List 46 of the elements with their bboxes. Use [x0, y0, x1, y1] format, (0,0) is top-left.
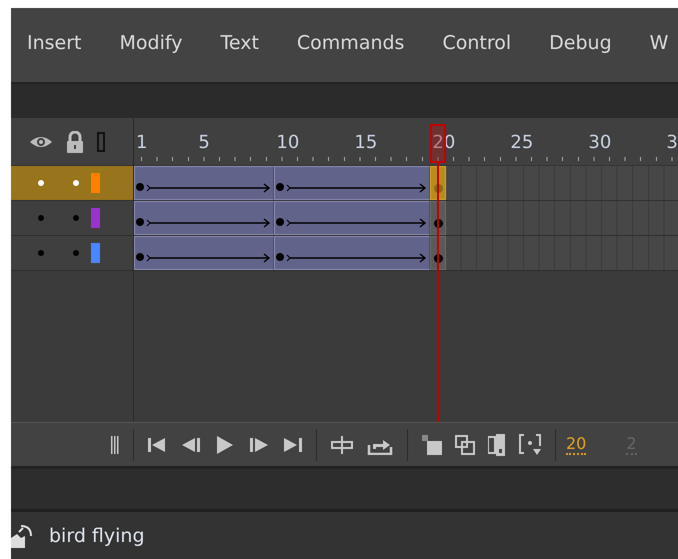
- dot-icon[interactable]: [38, 250, 44, 256]
- menu-item[interactable]: Insert: [27, 32, 82, 58]
- dot-icon[interactable]: [38, 215, 44, 221]
- first-frame-icon[interactable]: [148, 436, 166, 452]
- edit-frames-icon[interactable]: [488, 434, 506, 456]
- frame-number: 10: [276, 132, 300, 153]
- lock-icon[interactable]: [65, 130, 85, 152]
- grip-icon[interactable]: [111, 436, 119, 454]
- frame-number: 1: [136, 132, 148, 153]
- layer-row[interactable]: [11, 166, 133, 201]
- menu-item[interactable]: Modify: [120, 32, 182, 58]
- tween-span[interactable]: [134, 236, 274, 270]
- onion-markers-icon[interactable]: [519, 434, 541, 456]
- current-frame[interactable]: 20: [566, 434, 586, 455]
- step-back-icon[interactable]: [182, 436, 200, 452]
- tween-span[interactable]: [134, 166, 274, 200]
- onion-outline-icon[interactable]: [455, 434, 475, 454]
- layer-row[interactable]: [11, 236, 133, 271]
- symbol-name: bird flying: [49, 524, 145, 546]
- frame-number: 3: [666, 132, 678, 153]
- dot-icon[interactable]: [73, 215, 79, 221]
- tween-span[interactable]: [274, 201, 430, 235]
- dot-icon[interactable]: [73, 250, 79, 256]
- menu-item[interactable]: Commands: [296, 32, 404, 58]
- menu-item[interactable]: Text: [220, 32, 259, 58]
- layer-color-swatch[interactable]: [91, 173, 100, 193]
- dot-icon[interactable]: [38, 180, 44, 186]
- frame-number: 5: [198, 132, 211, 153]
- tween-span[interactable]: [134, 201, 274, 235]
- frame-number: 30: [588, 132, 612, 153]
- symbol-icon: [11, 524, 33, 548]
- frame-number: 15: [354, 132, 378, 153]
- onion-skin-icon[interactable]: [422, 434, 442, 454]
- tween-span[interactable]: [274, 166, 430, 200]
- frame-number: 25: [510, 132, 534, 153]
- play-icon[interactable]: [216, 436, 234, 454]
- menu-item[interactable]: Debug: [549, 32, 612, 58]
- menu-item[interactable]: Control: [442, 32, 512, 58]
- last-frame-icon[interactable]: [284, 436, 302, 452]
- step-forward-icon[interactable]: [250, 436, 268, 452]
- menu-item[interactable]: W: [650, 32, 668, 58]
- layer-color-swatch[interactable]: [91, 243, 100, 263]
- layer-color-swatch[interactable]: [91, 208, 100, 228]
- center-frame-icon[interactable]: [331, 436, 353, 454]
- dot-icon[interactable]: [73, 180, 79, 186]
- tween-span[interactable]: [274, 236, 430, 270]
